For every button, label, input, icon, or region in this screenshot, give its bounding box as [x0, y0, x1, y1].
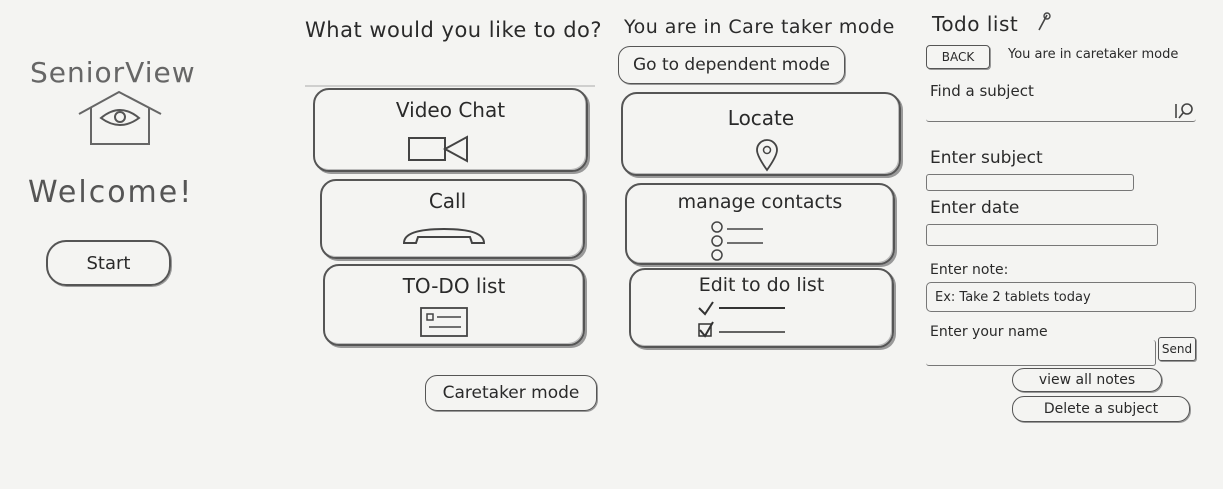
send-button[interactable]: Send — [1158, 337, 1196, 361]
mode-note: You are in caretaker mode — [1008, 47, 1179, 62]
sketch-canvas: SeniorView Welcome! Start What would you… — [0, 0, 1223, 489]
enter-note-label: Enter note: — [930, 262, 1009, 278]
view-all-label: view all notes — [1038, 372, 1136, 388]
note-placeholder: Ex: Take 2 tablets today — [935, 289, 1091, 305]
start-button[interactable]: Start — [46, 240, 171, 286]
caretaker-mode-label: Caretaker mode — [442, 383, 580, 403]
enter-date-label: Enter date — [930, 198, 1020, 218]
subject-input[interactable] — [926, 174, 1134, 191]
app-name: SeniorView — [30, 56, 196, 89]
delete-subject-button[interactable]: Delete a subject — [1012, 396, 1190, 422]
find-subject-label: Find a subject — [930, 82, 1034, 100]
locate-label: Locate — [727, 106, 795, 130]
call-button[interactable]: Call — [320, 179, 585, 259]
date-input[interactable] — [926, 224, 1158, 246]
manage-contacts-label: manage contacts — [677, 191, 843, 213]
caretaker-mode-button[interactable]: Caretaker mode — [425, 375, 597, 411]
back-button[interactable]: BACK — [926, 45, 990, 69]
welcome-text: Welcome! — [28, 175, 194, 210]
caretaker-heading: You are in Care taker mode — [624, 16, 895, 38]
main-menu-heading: What would you like to do? — [305, 18, 603, 42]
video-chat-label: Video Chat — [395, 98, 506, 122]
locate-button[interactable]: Locate — [621, 92, 901, 176]
edit-todo-label: Edit to do list — [698, 274, 825, 296]
todo-list-label: TO-DO list — [402, 274, 506, 298]
back-label: BACK — [941, 50, 975, 64]
todo-title: Todo list — [932, 12, 1019, 36]
enter-name-label: Enter your name — [930, 324, 1048, 340]
call-label: Call — [428, 189, 467, 213]
send-label: Send — [1161, 342, 1193, 356]
dependent-mode-button[interactable]: Go to dependent mode — [618, 46, 845, 84]
edit-todo-button[interactable]: Edit to do list — [629, 268, 894, 348]
enter-subject-label: Enter subject — [930, 148, 1043, 168]
dependent-mode-label: Go to dependent mode — [632, 55, 831, 75]
find-subject-input[interactable] — [926, 106, 1196, 122]
video-chat-button[interactable]: Video Chat — [313, 88, 588, 172]
start-label: Start — [86, 252, 131, 274]
todo-list-button[interactable]: TO-DO list — [323, 264, 585, 346]
view-all-notes-button[interactable]: view all notes — [1012, 368, 1162, 392]
note-input[interactable]: Ex: Take 2 tablets today — [926, 282, 1196, 312]
delete-label: Delete a subject — [1043, 401, 1159, 417]
manage-contacts-button[interactable]: manage contacts — [625, 183, 895, 265]
name-input[interactable] — [926, 340, 1156, 366]
